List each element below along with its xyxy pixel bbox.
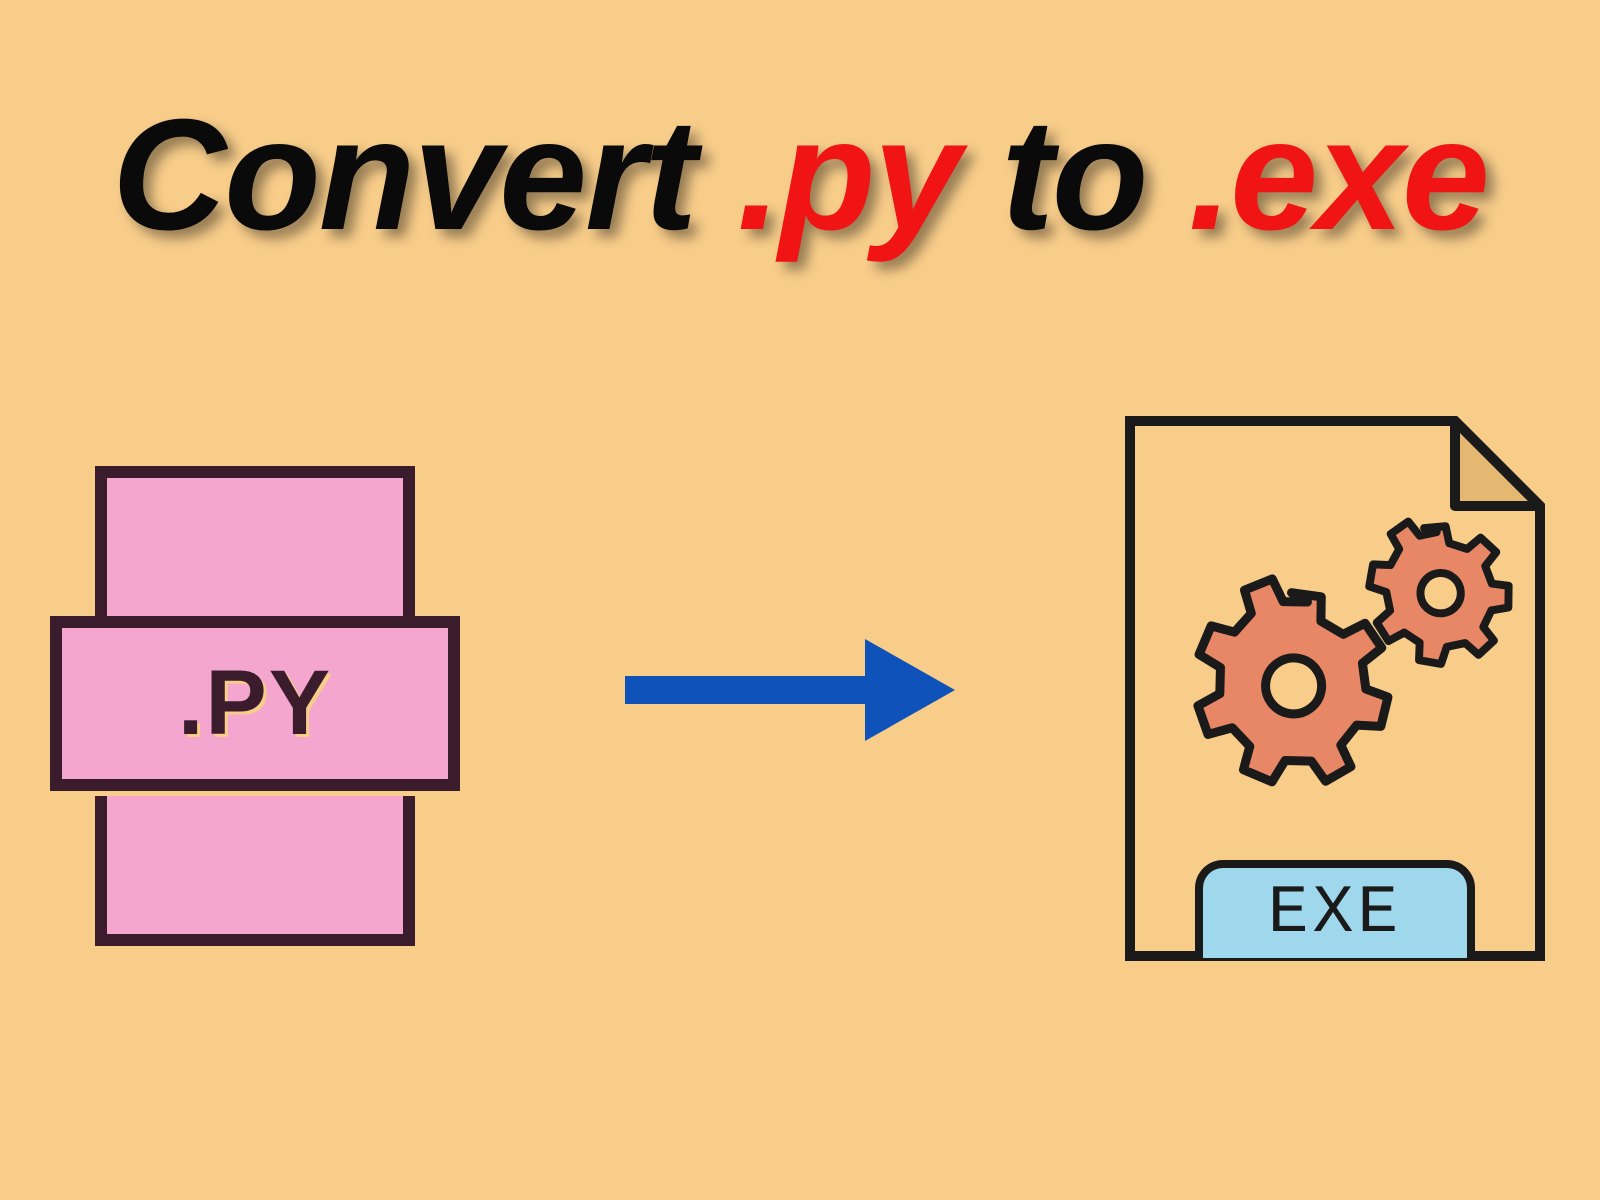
- arrow-right-icon: [625, 634, 955, 744]
- py-file-top: [95, 466, 415, 616]
- py-file-bottom: [95, 796, 415, 946]
- title-word-exe: .exe: [1188, 87, 1488, 263]
- py-label-text: .PY: [178, 651, 332, 756]
- diagram-container: .PY: [0, 266, 1600, 966]
- title-word-to: to: [1001, 87, 1146, 263]
- main-title: Convert .py to .exe: [0, 85, 1600, 266]
- title-container: Convert .py to .exe: [0, 0, 1600, 266]
- py-label-band: .PY: [50, 616, 460, 791]
- title-word-py: .py: [737, 87, 959, 263]
- arrow-container: [620, 634, 960, 744]
- exe-file-icon: EXE: [1120, 411, 1550, 966]
- title-word-convert: Convert: [112, 87, 695, 263]
- exe-label-band: EXE: [1195, 860, 1475, 958]
- exe-label-text: EXE: [1268, 875, 1402, 952]
- py-file-icon: .PY: [50, 466, 460, 946]
